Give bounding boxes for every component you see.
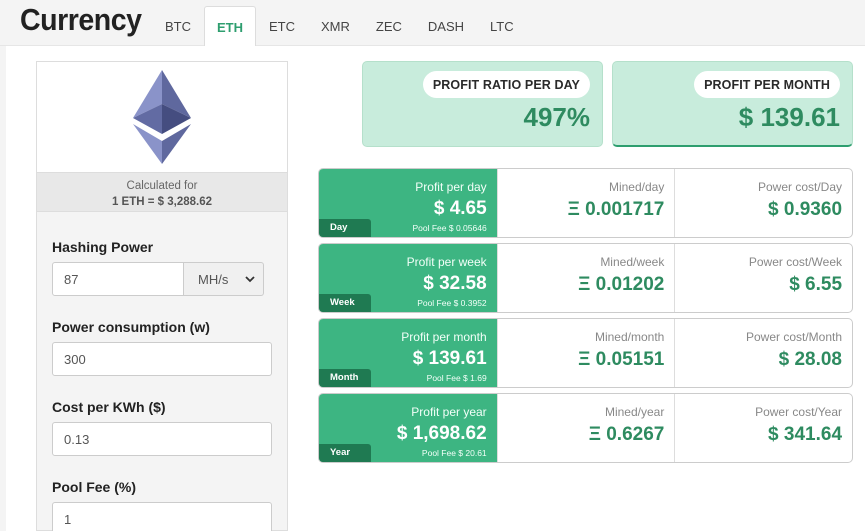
power-cost-value: $ 0.9360 (768, 199, 843, 220)
hashrate-unit-value: MH/s (198, 271, 229, 287)
hashing-power-label: Hashing Power (52, 239, 154, 255)
mined-cell: Mined/year Ξ 0.6267 (496, 394, 675, 462)
period-row-day: Profit per day $ 4.65 Pool Fee $ 0.05646… (318, 168, 853, 238)
profit-month-value: $ 139.61 (738, 102, 840, 132)
period-tag: Month (319, 369, 371, 387)
mined-label: Mined/year (604, 405, 665, 419)
profit-label: Profit per year (411, 405, 487, 419)
mined-cell: Mined/day Ξ 0.001717 (496, 169, 675, 237)
cost-per-kwh-label: Cost per KWh ($) (52, 399, 166, 415)
power-cost-value: $ 28.08 (778, 349, 843, 370)
period-row-month: Profit per month $ 139.61 Pool Fee $ 1.6… (318, 318, 853, 388)
tab-eth[interactable]: ETH (204, 6, 256, 47)
pool-fee-input[interactable]: 1 (52, 502, 272, 531)
profit-cell: Profit per year $ 1,698.62 Pool Fee $ 20… (319, 394, 497, 462)
page-title: Currency (20, 2, 142, 37)
currency-tabs: BTC ETH ETC XMR ZEC DASH LTC (152, 6, 527, 47)
profit-month-label: PROFIT PER MONTH (694, 71, 840, 98)
power-consumption-input[interactable]: 300 (52, 342, 272, 376)
tab-zec[interactable]: ZEC (363, 6, 415, 46)
mined-value: Ξ 0.001717 (567, 199, 665, 220)
coin-logo-box (37, 62, 287, 173)
mined-value: Ξ 0.01202 (578, 274, 665, 295)
exchange-rate: 1 ETH = $ 3,288.62 (111, 196, 213, 208)
profit-ratio-card: PROFIT RATIO PER DAY 497% (362, 61, 603, 147)
mined-value: Ξ 0.05151 (578, 349, 665, 370)
tab-ltc[interactable]: LTC (477, 6, 527, 46)
period-tag: Year (319, 444, 371, 462)
calculated-for-label: Calculated for (126, 180, 198, 192)
mined-cell: Mined/week Ξ 0.01202 (496, 244, 675, 312)
mined-label: Mined/day (608, 180, 665, 194)
calculated-for: Calculated for 1 ETH = $ 3,288.62 (37, 173, 287, 212)
power-cost-label: Power cost/Month (745, 330, 843, 344)
pool-fee-label: Pool Fee (%) (52, 479, 137, 495)
tab-etc[interactable]: ETC (256, 6, 308, 46)
profit-cell: Profit per week $ 32.58 Pool Fee $ 0.395… (319, 244, 497, 312)
period-row-week: Profit per week $ 32.58 Pool Fee $ 0.395… (318, 243, 853, 313)
power-cost-cell: Power cost/Year $ 341.64 (674, 394, 852, 462)
profit-ratio-value: 497% (523, 102, 591, 132)
profit-label: Profit per day (415, 180, 487, 194)
power-cost-label: Power cost/Week (748, 255, 843, 269)
profit-month-card: PROFIT PER MONTH $ 139.61 (612, 61, 853, 147)
mined-value: Ξ 0.6267 (588, 424, 665, 445)
chevron-down-icon (245, 275, 255, 282)
period-row-year: Profit per year $ 1,698.62 Pool Fee $ 20… (318, 393, 853, 463)
power-cost-value: $ 341.64 (768, 424, 843, 445)
tab-xmr[interactable]: XMR (308, 6, 363, 46)
power-cost-cell: Power cost/Day $ 0.9360 (674, 169, 852, 237)
profit-label: Profit per week (406, 255, 487, 269)
header: Currency BTC ETH ETC XMR ZEC DASH LTC (0, 0, 865, 47)
calculator-form: Hashing Power 87 MH/s Power consumption … (37, 239, 287, 531)
profit-cell: Profit per day $ 4.65 Pool Fee $ 0.05646… (319, 169, 497, 237)
mined-cell: Mined/month Ξ 0.05151 (496, 319, 675, 387)
mined-label: Mined/week (600, 255, 665, 269)
profit-cell: Profit per month $ 139.61 Pool Fee $ 1.6… (319, 319, 497, 387)
hashing-power-group: 87 MH/s (52, 262, 264, 296)
profit-ratio-label: PROFIT RATIO PER DAY (422, 71, 590, 98)
power-cost-value: $ 6.55 (789, 274, 843, 295)
hashing-power-input[interactable]: 87 (52, 262, 184, 296)
power-cost-label: Power cost/Day (757, 180, 843, 194)
power-cost-label: Power cost/Year (755, 405, 843, 419)
calculator-panel: Calculated for 1 ETH = $ 3,288.62 Hashin… (36, 61, 288, 531)
profit-label: Profit per month (401, 330, 487, 344)
tab-dash[interactable]: DASH (415, 6, 477, 46)
power-cost-cell: Power cost/Week $ 6.55 (674, 244, 852, 312)
period-tag: Day (319, 219, 371, 237)
cost-per-kwh-input[interactable]: 0.13 (52, 422, 272, 456)
power-cost-cell: Power cost/Month $ 28.08 (674, 319, 852, 387)
power-consumption-label: Power consumption (w) (52, 319, 210, 335)
period-tag: Week (319, 294, 371, 312)
mined-label: Mined/month (594, 330, 665, 344)
tab-btc[interactable]: BTC (152, 6, 204, 46)
hashrate-unit-select[interactable]: MH/s (184, 262, 264, 296)
ethereum-icon (133, 70, 191, 164)
